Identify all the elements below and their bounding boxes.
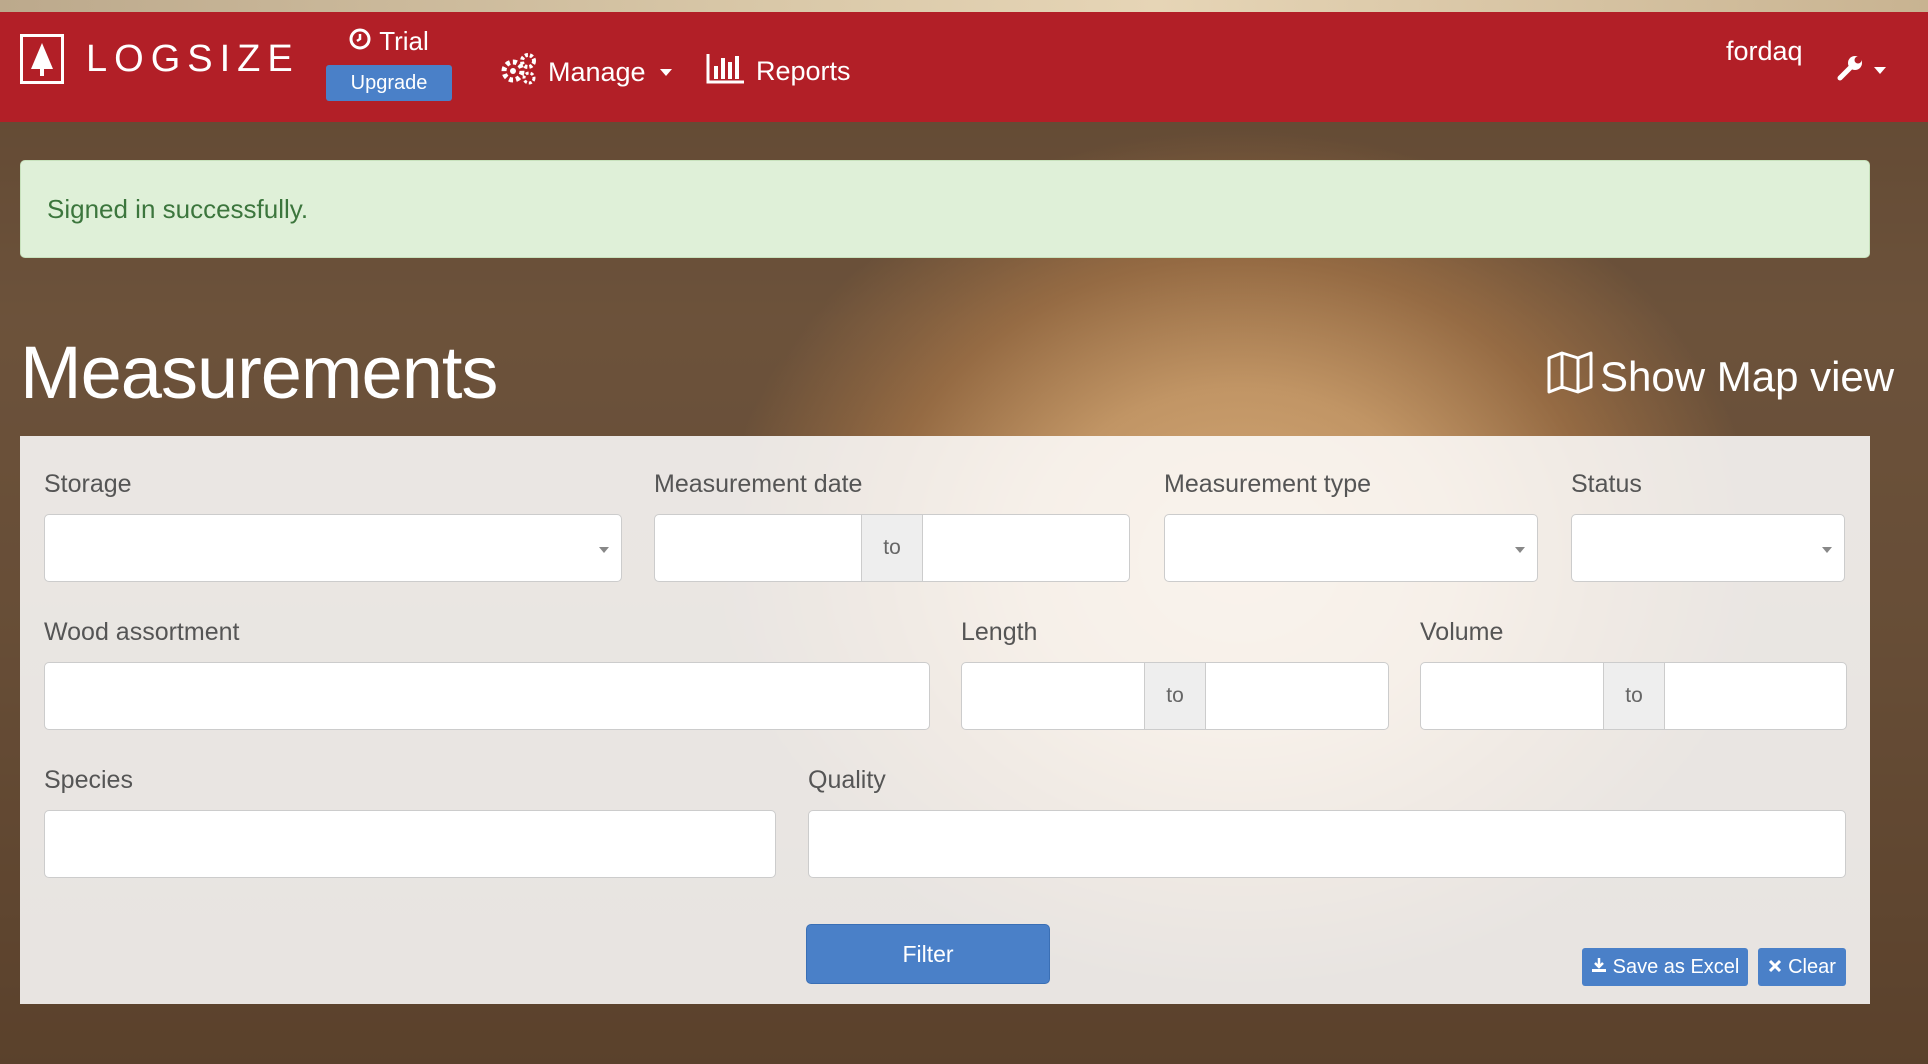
- wood-assortment-label: Wood assortment: [44, 618, 240, 646]
- select-caret-icon: [599, 547, 609, 553]
- filter-button[interactable]: Filter: [806, 924, 1050, 984]
- trial-label: Trial: [379, 26, 429, 56]
- nav-reports[interactable]: Reports: [706, 52, 851, 91]
- clear-button[interactable]: Clear: [1758, 948, 1846, 986]
- page-title: Measurements: [20, 331, 498, 414]
- chevron-down-icon: [1874, 67, 1886, 74]
- volume-label: Volume: [1420, 618, 1504, 646]
- map-icon: [1546, 350, 1594, 404]
- storage-label: Storage: [44, 470, 132, 498]
- status-label: Status: [1571, 470, 1642, 498]
- show-map-view-label: Show Map view: [1600, 353, 1895, 400]
- trial-badge: Trial Upgrade: [326, 26, 452, 101]
- clear-label: Clear: [1788, 956, 1836, 978]
- length-label: Length: [961, 618, 1038, 646]
- length-from-input[interactable]: [961, 662, 1145, 730]
- range-separator: to: [861, 514, 923, 582]
- measurement-date-label: Measurement date: [654, 470, 863, 498]
- volume-from-input[interactable]: [1420, 662, 1604, 730]
- chevron-down-icon: [659, 69, 672, 76]
- brand-logo[interactable]: LOGSIZE: [20, 34, 300, 84]
- species-label: Species: [44, 766, 133, 794]
- success-alert: Signed in successfully.: [20, 160, 1870, 258]
- settings-menu[interactable]: [1836, 54, 1886, 87]
- save-as-excel-label: Save as Excel: [1612, 956, 1740, 978]
- species-input[interactable]: [44, 810, 776, 878]
- show-map-view-link[interactable]: Show Map view: [1546, 350, 1894, 404]
- storage-select[interactable]: [44, 514, 622, 582]
- measurement-type-label: Measurement type: [1164, 470, 1372, 498]
- select-caret-icon: [1515, 547, 1525, 553]
- brand-tree-icon: [20, 34, 64, 84]
- bar-chart-icon: [706, 52, 746, 91]
- clock-icon: [349, 26, 371, 57]
- quality-input[interactable]: [808, 810, 1846, 878]
- quality-label: Quality: [808, 766, 886, 794]
- download-icon: [1591, 948, 1607, 986]
- wood-assortment-input[interactable]: [44, 662, 930, 730]
- range-separator: to: [1144, 662, 1206, 730]
- measurement-type-select[interactable]: [1164, 514, 1538, 582]
- range-separator: to: [1603, 662, 1665, 730]
- wrench-icon: [1836, 54, 1864, 87]
- user-menu[interactable]: fordaq: [1726, 36, 1803, 67]
- volume-to-input[interactable]: [1664, 662, 1847, 730]
- gears-icon: [500, 52, 538, 93]
- measurement-date-to-input[interactable]: [922, 514, 1130, 582]
- background-strip: [0, 0, 1928, 12]
- status-select[interactable]: [1571, 514, 1845, 582]
- navbar: LOGSIZE Trial Upgrade Manage Reports for…: [0, 12, 1928, 122]
- nav-reports-label: Reports: [756, 56, 851, 86]
- measurement-date-from-input[interactable]: [654, 514, 862, 582]
- nav-manage-label: Manage: [548, 57, 646, 87]
- nav-manage[interactable]: Manage: [500, 52, 672, 93]
- close-icon: [1768, 948, 1782, 986]
- length-to-input[interactable]: [1205, 662, 1389, 730]
- upgrade-button[interactable]: Upgrade: [326, 65, 452, 101]
- select-caret-icon: [1822, 547, 1832, 553]
- brand-name: LOGSIZE: [86, 37, 300, 80]
- save-as-excel-button[interactable]: Save as Excel: [1582, 948, 1748, 986]
- filter-panel: Storage Measurement date to Measurement …: [20, 436, 1870, 1004]
